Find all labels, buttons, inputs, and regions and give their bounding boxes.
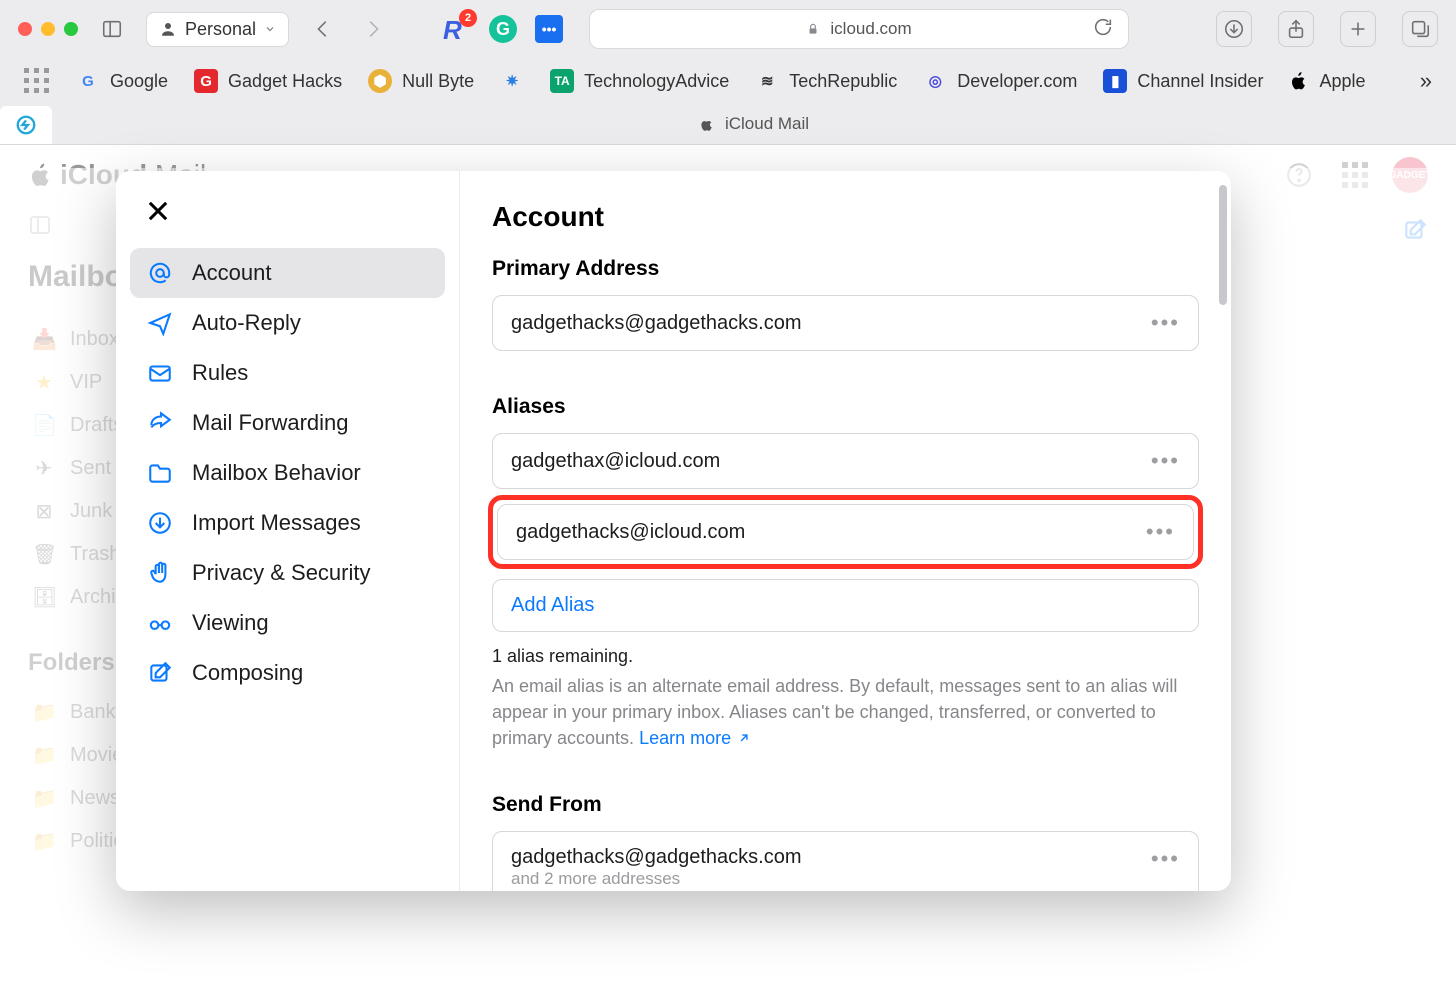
bookmark-techrepublic[interactable]: ≋TechRepublic bbox=[755, 69, 897, 93]
reload-button[interactable] bbox=[1092, 16, 1114, 43]
more-icon[interactable]: ••• bbox=[1151, 310, 1180, 336]
download-circle-icon bbox=[146, 509, 174, 537]
extension-lastpass-icon[interactable]: ••• bbox=[535, 15, 563, 43]
compose-icon bbox=[146, 659, 174, 687]
url-text: icloud.com bbox=[830, 19, 911, 39]
bookmark-null-byte[interactable]: ⬢Null Byte bbox=[368, 69, 474, 93]
nav-item-viewing[interactable]: Viewing bbox=[130, 598, 445, 648]
close-button[interactable] bbox=[130, 191, 445, 248]
scrollbar-thumb[interactable] bbox=[1219, 185, 1227, 305]
extension-r-badge: 2 bbox=[459, 9, 477, 27]
fullscreen-window-button[interactable] bbox=[64, 22, 78, 36]
bookmarks-overflow[interactable]: » bbox=[1420, 68, 1432, 94]
alias-row[interactable]: gadgethacks@icloud.com ••• bbox=[497, 504, 1194, 560]
primary-address-title: Primary Address bbox=[492, 257, 1199, 281]
more-icon[interactable]: ••• bbox=[1151, 846, 1180, 872]
bookmark-gadget-hacks[interactable]: GGadget Hacks bbox=[194, 69, 342, 93]
nav-item-mail-forwarding[interactable]: Mail Forwarding bbox=[130, 398, 445, 448]
window-controls bbox=[18, 22, 78, 36]
external-link-icon bbox=[737, 731, 751, 745]
bookmarks-apps-icon[interactable] bbox=[24, 68, 50, 94]
send-from-title: Send From bbox=[492, 793, 1199, 817]
lock-icon bbox=[806, 22, 820, 36]
settings-modal: Account Auto-Reply Rules Mail Forwarding… bbox=[116, 171, 1231, 891]
bookmark-technologyadvice[interactable]: TATechnologyAdvice bbox=[550, 69, 729, 93]
envelope-x-icon bbox=[146, 359, 174, 387]
glasses-icon bbox=[146, 609, 174, 637]
tab-strip: iCloud Mail bbox=[0, 106, 1456, 144]
nav-item-account[interactable]: Account bbox=[130, 248, 445, 298]
sidebar-toggle-button[interactable] bbox=[96, 13, 128, 45]
primary-address-row[interactable]: gadgethacks@gadgethacks.com ••• bbox=[492, 295, 1199, 351]
bookmark-apple[interactable]: Apple bbox=[1289, 71, 1365, 92]
bookmark-gear[interactable]: ✷ bbox=[500, 69, 524, 93]
address-bar[interactable]: icloud.com bbox=[589, 9, 1129, 49]
active-tab[interactable]: iCloud Mail bbox=[52, 106, 1456, 144]
settings-nav: Account Auto-Reply Rules Mail Forwarding… bbox=[116, 171, 460, 891]
bookmark-developer-com[interactable]: ◎Developer.com bbox=[923, 69, 1077, 93]
nav-forward-button[interactable] bbox=[357, 13, 389, 45]
plane-icon bbox=[146, 309, 174, 337]
learn-more-link[interactable]: Learn more bbox=[639, 725, 751, 751]
nav-item-mailbox-behavior[interactable]: Mailbox Behavior bbox=[130, 448, 445, 498]
at-icon bbox=[146, 259, 174, 287]
alias-row[interactable]: gadgethax@icloud.com ••• bbox=[492, 433, 1199, 489]
alias-row-highlighted: gadgethacks@icloud.com ••• bbox=[488, 495, 1203, 569]
aliases-title: Aliases bbox=[492, 395, 1199, 419]
nav-item-privacy-security[interactable]: Privacy & Security bbox=[130, 548, 445, 598]
settings-content: Account Primary Address gadgethacks@gadg… bbox=[460, 171, 1231, 891]
profile-label: Personal bbox=[185, 19, 256, 40]
bookmark-google[interactable]: GGoogle bbox=[76, 69, 168, 93]
add-alias-button[interactable]: Add Alias bbox=[492, 579, 1199, 632]
browser-chrome: Personal R 2 G ••• icloud.com GGoogle GG… bbox=[0, 0, 1456, 145]
nav-item-composing[interactable]: Composing bbox=[130, 648, 445, 698]
primary-address-value: gadgethacks@gadgethacks.com bbox=[511, 312, 801, 335]
nav-back-button[interactable] bbox=[307, 13, 339, 45]
alias-description: An email alias is an alternate email add… bbox=[492, 673, 1199, 751]
share-button[interactable] bbox=[1278, 11, 1314, 47]
nav-item-auto-reply[interactable]: Auto-Reply bbox=[130, 298, 445, 348]
bookmark-channel-insider[interactable]: ▮Channel Insider bbox=[1103, 69, 1263, 93]
profile-selector[interactable]: Personal bbox=[146, 12, 289, 47]
bookmarks-bar: GGoogle GGadget Hacks ⬢Null Byte ✷ TATec… bbox=[0, 58, 1456, 106]
forward-icon bbox=[146, 409, 174, 437]
alias-remaining-text: 1 alias remaining. bbox=[492, 646, 1199, 667]
downloads-button[interactable] bbox=[1216, 11, 1252, 47]
nav-item-rules[interactable]: Rules bbox=[130, 348, 445, 398]
close-window-button[interactable] bbox=[18, 22, 32, 36]
pinned-tab[interactable] bbox=[0, 106, 52, 144]
send-from-sub: and 2 more addresses bbox=[511, 869, 801, 889]
extension-r-icon[interactable]: R 2 bbox=[443, 15, 471, 43]
more-icon[interactable]: ••• bbox=[1146, 519, 1175, 545]
minimize-window-button[interactable] bbox=[41, 22, 55, 36]
page-content: iCloud Mail GADGET Mailboxes 📥Inbox ★VIP… bbox=[0, 145, 1456, 985]
settings-title: Account bbox=[492, 201, 1199, 233]
alias-value: gadgethax@icloud.com bbox=[511, 450, 720, 473]
hand-icon bbox=[146, 559, 174, 587]
tab-title-text: iCloud Mail bbox=[725, 114, 809, 134]
extension-grammarly-icon[interactable]: G bbox=[489, 15, 517, 43]
send-from-row[interactable]: gadgethacks@gadgethacks.com and 2 more a… bbox=[492, 831, 1199, 891]
folder-icon bbox=[146, 459, 174, 487]
tab-overview-button[interactable] bbox=[1402, 11, 1438, 47]
nav-item-import-messages[interactable]: Import Messages bbox=[130, 498, 445, 548]
new-tab-button[interactable] bbox=[1340, 11, 1376, 47]
alias-value: gadgethacks@icloud.com bbox=[516, 521, 745, 544]
more-icon[interactable]: ••• bbox=[1151, 448, 1180, 474]
send-from-value: gadgethacks@gadgethacks.com bbox=[511, 846, 801, 869]
